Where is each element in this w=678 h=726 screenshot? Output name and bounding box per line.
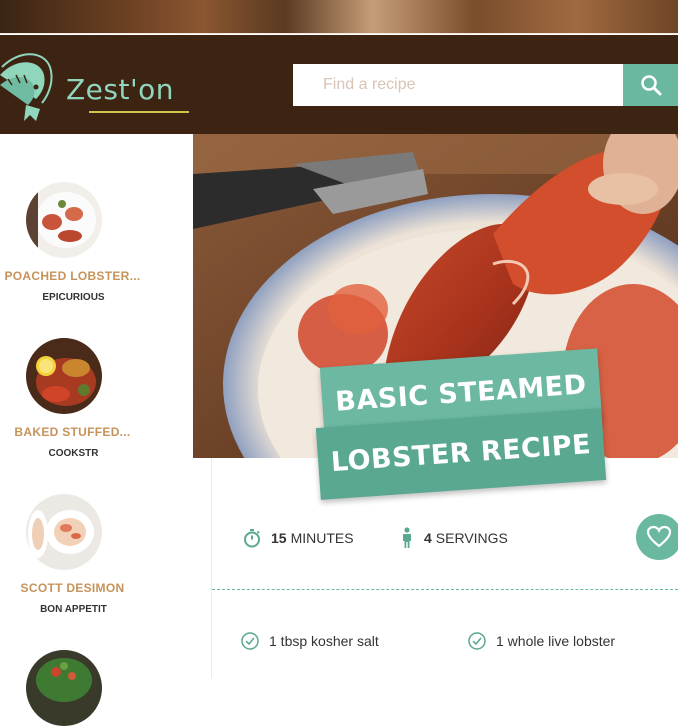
recipe-thumbnail[interactable] (26, 182, 102, 258)
recipe-thumbnail[interactable] (26, 338, 102, 414)
ingredient-text: 1 whole live lobster (496, 633, 616, 649)
related-recipe-title[interactable]: BAKED STUFFED... (0, 425, 145, 439)
site-header: Zest'on (0, 35, 678, 134)
related-recipe-source: EPICURIOUS (42, 292, 105, 303)
ingredient-item[interactable]: 1 tbsp kosher salt (241, 630, 379, 652)
cook-time-unit: MINUTES (290, 530, 354, 546)
top-photo-strip (0, 0, 678, 34)
related-recipes-sidebar: POACHED LOBSTER... EPICURIOUS BAKED STUF… (0, 134, 212, 726)
shrimp-logo-icon (0, 53, 53, 121)
related-recipe-item[interactable] (0, 616, 211, 726)
cook-time-value: 15 (271, 530, 287, 546)
search-button[interactable] (623, 64, 678, 106)
check-circle-icon (468, 632, 486, 650)
related-recipe-title[interactable]: SCOTT DESIMON (0, 581, 145, 595)
cook-time: 15 MINUTES (242, 527, 354, 549)
search-icon (641, 75, 662, 96)
related-recipe-source: BON APPETIT (40, 604, 107, 615)
ingredient-item[interactable]: 1 whole live lobster (468, 630, 615, 652)
recipe-thumbnail[interactable] (26, 494, 102, 570)
related-recipe-item[interactable]: POACHED LOBSTER... EPICURIOUS (0, 134, 211, 304)
related-recipe-source: COOKSTR (48, 448, 99, 459)
logo-underline (89, 111, 189, 113)
section-divider (212, 589, 678, 590)
search-input[interactable] (293, 64, 623, 106)
related-recipe-title[interactable]: POACHED LOBSTER... (0, 269, 145, 283)
heart-icon (646, 525, 672, 548)
servings: 4 SERVINGS (399, 527, 508, 549)
related-recipe-item[interactable]: SCOTT DESIMON BON APPETIT (0, 460, 211, 616)
favorite-button[interactable] (636, 514, 678, 560)
servings-value: 4 (424, 530, 432, 546)
logo-text[interactable]: Zest'on (66, 73, 174, 106)
stopwatch-icon (244, 529, 260, 548)
related-recipe-item[interactable]: BAKED STUFFED... COOKSTR (0, 304, 211, 460)
check-circle-icon (241, 632, 259, 650)
person-icon (403, 527, 411, 548)
servings-unit: SERVINGS (435, 530, 508, 546)
recipe-thumbnail[interactable] (26, 650, 102, 726)
ingredient-text: 1 tbsp kosher salt (269, 633, 379, 649)
